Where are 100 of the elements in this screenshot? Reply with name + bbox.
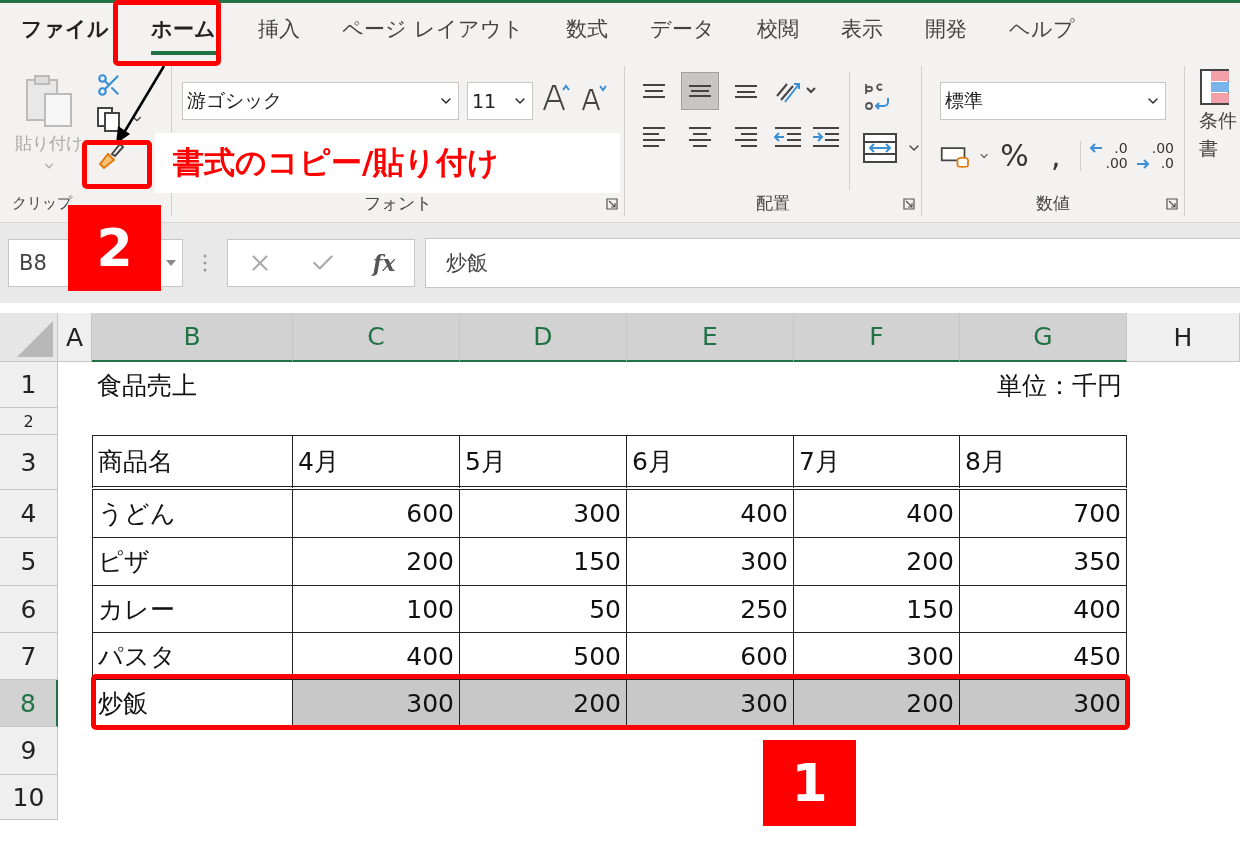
column-header[interactable]: B [92,313,293,362]
table-cell: 50 [460,586,627,633]
insert-function-button[interactable]: fx [372,250,396,276]
ribbon-tab[interactable]: ホーム [151,8,216,55]
table-cell: 600 [293,490,460,538]
ribbon-tab[interactable]: ヘルプ [1008,8,1075,55]
table-cell: 5月 [460,435,627,490]
table-cell: 350 [960,538,1127,586]
table-cell: 商品名 [92,435,293,490]
table-cell: 200 [293,538,460,586]
table-cell: 300 [960,680,1127,727]
highlight-frame [82,140,152,189]
comma-style-button[interactable]: , [1039,138,1073,173]
row-header[interactable]: 8 [0,680,58,727]
row-header[interactable]: 4 [0,490,58,538]
table-cell: 250 [627,586,794,633]
row-header[interactable]: 2 [0,408,58,435]
table-cell: 450 [960,633,1127,680]
row-header[interactable]: 6 [0,586,58,633]
ribbon-tab[interactable]: 挿入 [258,8,300,55]
ribbon-tab[interactable]: データ [649,8,715,55]
dialog-launcher-icon[interactable] [903,198,915,210]
align-lines-icon [687,127,713,147]
cut-icon[interactable] [96,72,122,98]
table-cell: 100 [293,586,460,633]
align-lines-icon [733,127,759,147]
table-cell: 8月 [960,435,1127,490]
table-cell: 400 [293,633,460,680]
percent-style-button[interactable]: % [998,138,1032,173]
table-cell: 400 [960,586,1127,633]
grow-font-icon[interactable] [541,82,571,112]
table-cell: 200 [794,538,960,586]
table-cell: 400 [794,490,960,538]
row-header[interactable]: 5 [0,538,58,586]
row-header[interactable]: 9 [0,727,58,775]
cell-reference[interactable]: B8 [19,251,47,275]
table-cell: 6月 [627,435,794,490]
ribbon-tab[interactable]: 表示 [840,8,883,55]
step-badge: 2 [68,205,161,291]
align-lines-icon [733,84,759,98]
table-icon [1199,66,1229,106]
group-label: フォント [364,191,432,215]
table-cell: うどん [92,490,293,538]
table-cell: 300 [627,538,794,586]
align-lines-icon [641,127,667,147]
table-cell: ピザ [92,538,293,586]
group-label: 数値 [1036,191,1070,215]
dialog-launcher-icon[interactable] [1166,198,1178,210]
table-cell: 7月 [794,435,960,490]
ribbon-tab[interactable]: ファイル [21,8,109,55]
table-cell: 150 [460,538,627,586]
table-cell: 150 [794,586,960,633]
row-header[interactable]: 10 [0,775,58,820]
font-size-dropdown[interactable]: 11 [467,82,533,120]
table-cell: 400 [627,490,794,538]
middle-align-button[interactable] [681,72,719,110]
merge-center-icon[interactable] [862,132,898,164]
grip-icon [203,253,207,273]
group-label: 配置 [756,191,790,215]
table-cell: 300 [794,633,960,680]
table-cell: パスタ [92,633,293,680]
column-header[interactable]: H [1127,313,1240,362]
ribbon-tab[interactable]: ページ レイアウト [342,8,524,55]
ribbon-tab[interactable]: 開発 [924,8,967,55]
ribbon-tab[interactable]: 数式 [565,8,608,55]
formula-field[interactable]: 炒飯 [425,238,1240,288]
step-badge: 1 [763,740,856,826]
column-header[interactable]: F [794,313,960,362]
decrease-decimal-button[interactable]: .00 .0 [1135,140,1174,171]
increase-decimal-button[interactable]: .0 .00 [1080,140,1128,171]
column-header[interactable]: A [58,313,92,362]
row-header[interactable]: 1 [0,362,58,408]
increase-indent-icon[interactable] [811,124,841,150]
dialog-launcher-icon[interactable] [606,198,618,210]
arrow-icon [1135,158,1150,169]
decrease-indent-icon[interactable] [773,124,803,150]
align-lines-icon [641,84,667,98]
font-name-dropdown[interactable]: 游ゴシック [182,82,459,120]
table-cell: 700 [960,490,1127,538]
table-cell: 300 [293,680,460,727]
table-cell: 200 [460,680,627,727]
row-header[interactable]: 3 [0,435,58,490]
column-header[interactable]: C [293,313,460,362]
copy-icon[interactable] [96,106,122,132]
number-format-dropdown[interactable]: 標準 [940,82,1166,120]
callout-label: 書式のコピー/貼り付け [155,133,620,193]
table-cell: 300 [460,490,627,538]
row-header[interactable]: 7 [0,633,58,680]
arrow-icon [1089,142,1104,153]
table-cell: カレー [92,586,293,633]
table-cell: 200 [794,680,960,727]
column-header[interactable]: G [960,313,1127,362]
ribbon-tab[interactable]: 校閲 [756,8,799,55]
table-cell: 600 [627,633,794,680]
dropdown-icon[interactable] [166,260,176,266]
align-lines-icon [687,85,713,97]
column-header[interactable]: E [627,313,794,362]
conditional-formatting-button[interactable]: 条件 書 [1185,66,1240,162]
table-cell: 500 [460,633,627,680]
column-header[interactable]: D [460,313,627,362]
